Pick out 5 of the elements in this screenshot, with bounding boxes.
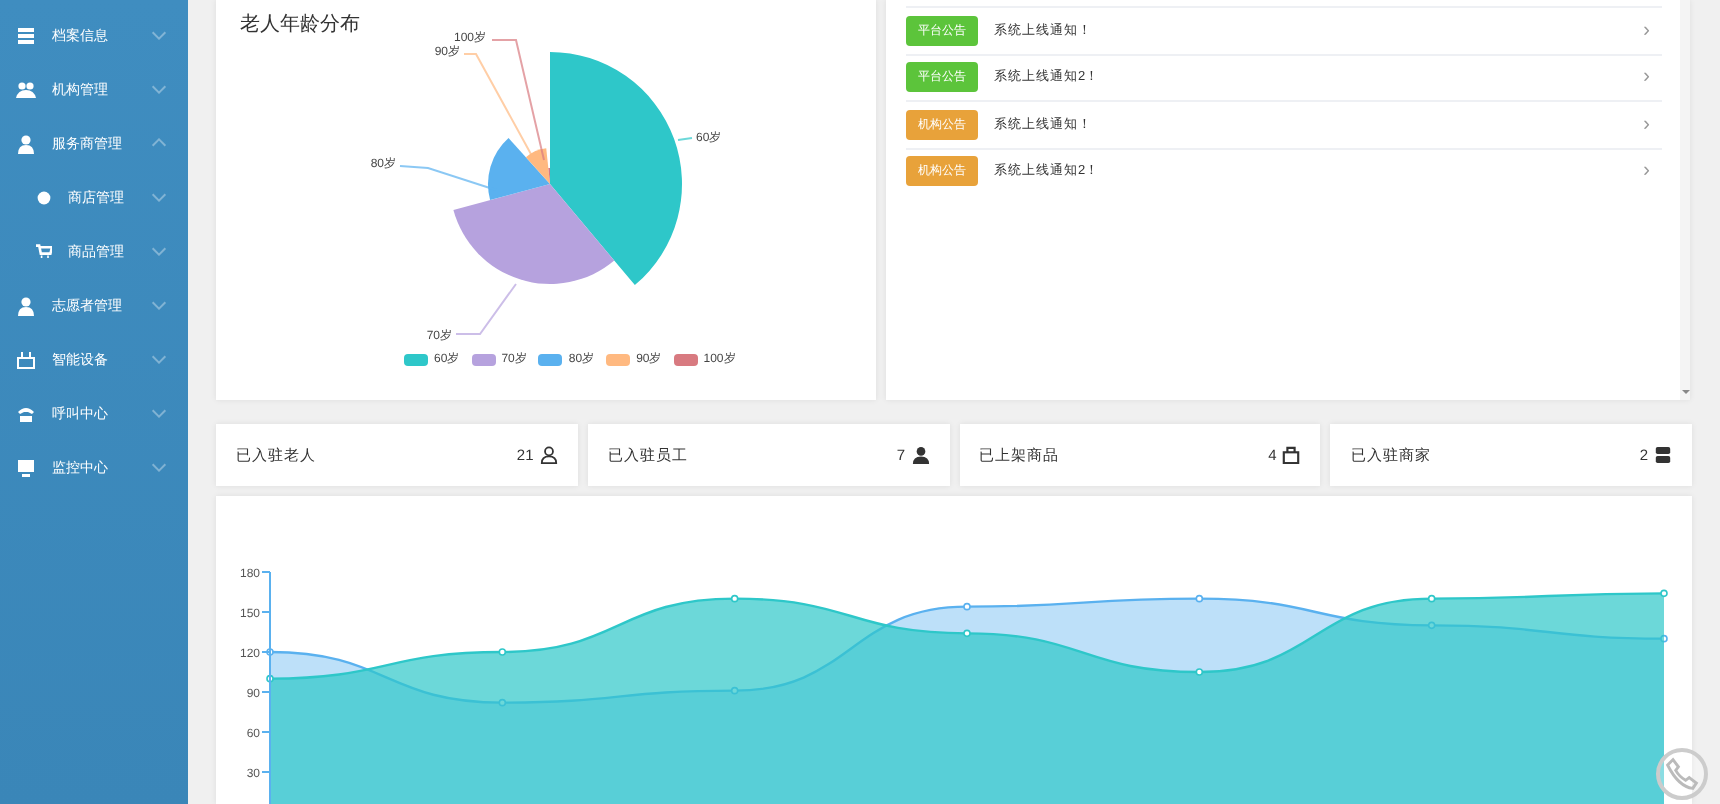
chevron-icon: › <box>1643 66 1650 89</box>
chevron-icon: › <box>1643 113 1650 136</box>
chart-title: 老人年龄分布 <box>240 11 360 38</box>
chevron-icon: › <box>1643 160 1650 183</box>
chevron-icon: › <box>1643 19 1650 42</box>
